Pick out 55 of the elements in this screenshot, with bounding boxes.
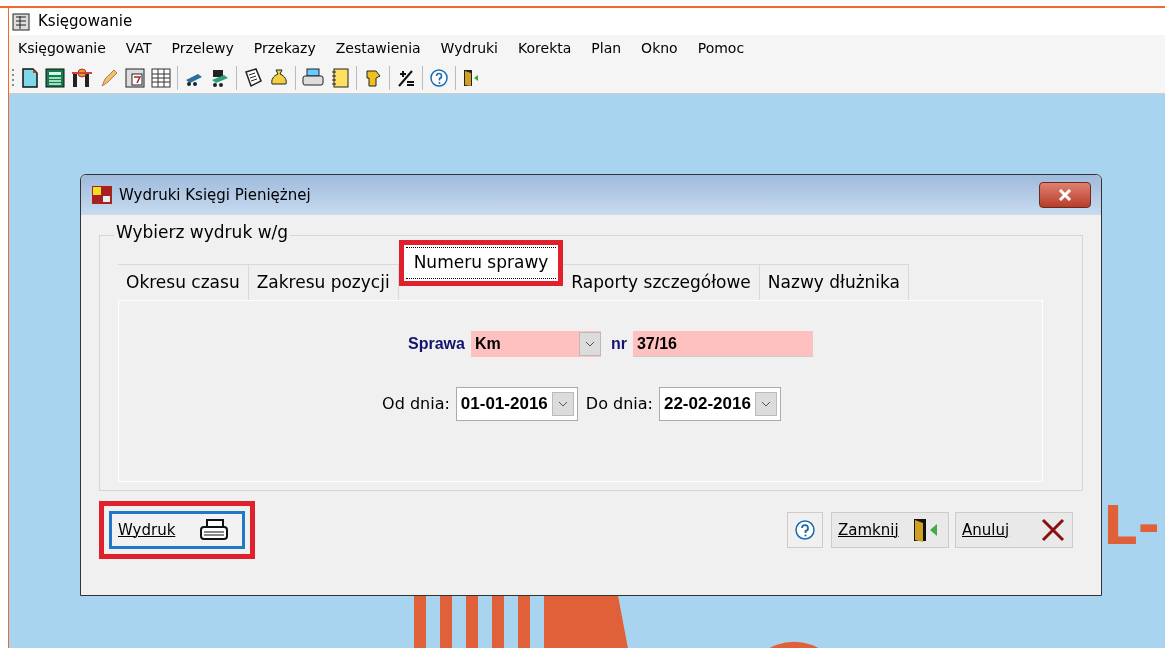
- close-button[interactable]: [1039, 182, 1091, 208]
- date-label: Do dnia:: [585, 393, 653, 415]
- menu-item[interactable]: Przekazy: [246, 38, 323, 59]
- printer-icon[interactable]: [302, 67, 324, 88]
- chevron-down-icon: [557, 401, 568, 407]
- tab[interactable]: Okresu czasu: [118, 264, 249, 300]
- printer-icon: [199, 518, 230, 542]
- document-icon[interactable]: [21, 67, 39, 88]
- close-icon: [1058, 189, 1072, 201]
- menu-item[interactable]: Przelewy: [164, 38, 241, 59]
- toolbar-grip-icon[interactable]: [11, 66, 15, 89]
- money-bag-icon[interactable]: [269, 67, 289, 88]
- case-type-select[interactable]: Km: [470, 331, 601, 357]
- help-icon: [794, 519, 816, 541]
- number-label: nr: [610, 334, 627, 354]
- help-button[interactable]: [787, 512, 823, 548]
- app-icon: [12, 12, 30, 31]
- spreadsheet-icon[interactable]: [45, 67, 65, 88]
- print-button[interactable]: Wydruk: [109, 511, 245, 549]
- cancel-x-icon: [1040, 518, 1066, 542]
- case-label: Sprawa: [408, 334, 465, 354]
- background-logo-text: L-: [1103, 499, 1160, 553]
- notepad-icon[interactable]: [330, 67, 350, 88]
- date-label: Od dnia:: [382, 393, 450, 415]
- menu-item[interactable]: Pomoc: [690, 38, 752, 59]
- close-dialog-button[interactable]: Zamknij: [831, 512, 949, 548]
- cancel-button[interactable]: Anuluj: [955, 512, 1073, 548]
- cart-icon[interactable]: [210, 67, 230, 88]
- pen-icon[interactable]: [99, 67, 119, 88]
- help-icon[interactable]: [429, 67, 449, 88]
- menu-item[interactable]: Zestawienia: [328, 38, 428, 59]
- menu-item[interactable]: Plan: [584, 38, 629, 59]
- dialog-title: Wydruki Księgi Pieniężnej: [119, 184, 311, 206]
- calendar-icon[interactable]: [125, 67, 145, 88]
- date-picker[interactable]: 22-02-2016: [658, 387, 781, 421]
- tab[interactable]: Nazwy dłużnika: [759, 264, 910, 300]
- table-icon[interactable]: [151, 67, 171, 88]
- app-icon: [91, 185, 113, 205]
- tab[interactable]: Zakresu pozycji: [248, 264, 399, 300]
- chevron-down-icon: [584, 341, 595, 347]
- notebook-icon[interactable]: [243, 67, 263, 88]
- menu-item[interactable]: Korekta: [511, 38, 579, 59]
- date-picker[interactable]: 01-01-2016: [455, 387, 578, 421]
- menu-item[interactable]: Okno: [634, 38, 685, 59]
- tab[interactable]: Numeru sprawy: [405, 247, 557, 279]
- chevron-down-icon: [760, 401, 771, 407]
- case-number-field[interactable]: 37/16: [632, 331, 813, 357]
- pillars-icon[interactable]: [71, 67, 93, 88]
- window-title: Księgowanie: [38, 11, 133, 33]
- menu-item[interactable]: Wydruki: [433, 38, 505, 59]
- menu-item[interactable]: VAT: [118, 38, 159, 59]
- menu-item[interactable]: Księgowanie: [11, 38, 113, 59]
- tab[interactable]: Raporty szczegółowe: [563, 264, 760, 300]
- pointing-hand-icon[interactable]: [363, 67, 383, 88]
- group-label: Wybierz wydruk w/g: [114, 224, 291, 241]
